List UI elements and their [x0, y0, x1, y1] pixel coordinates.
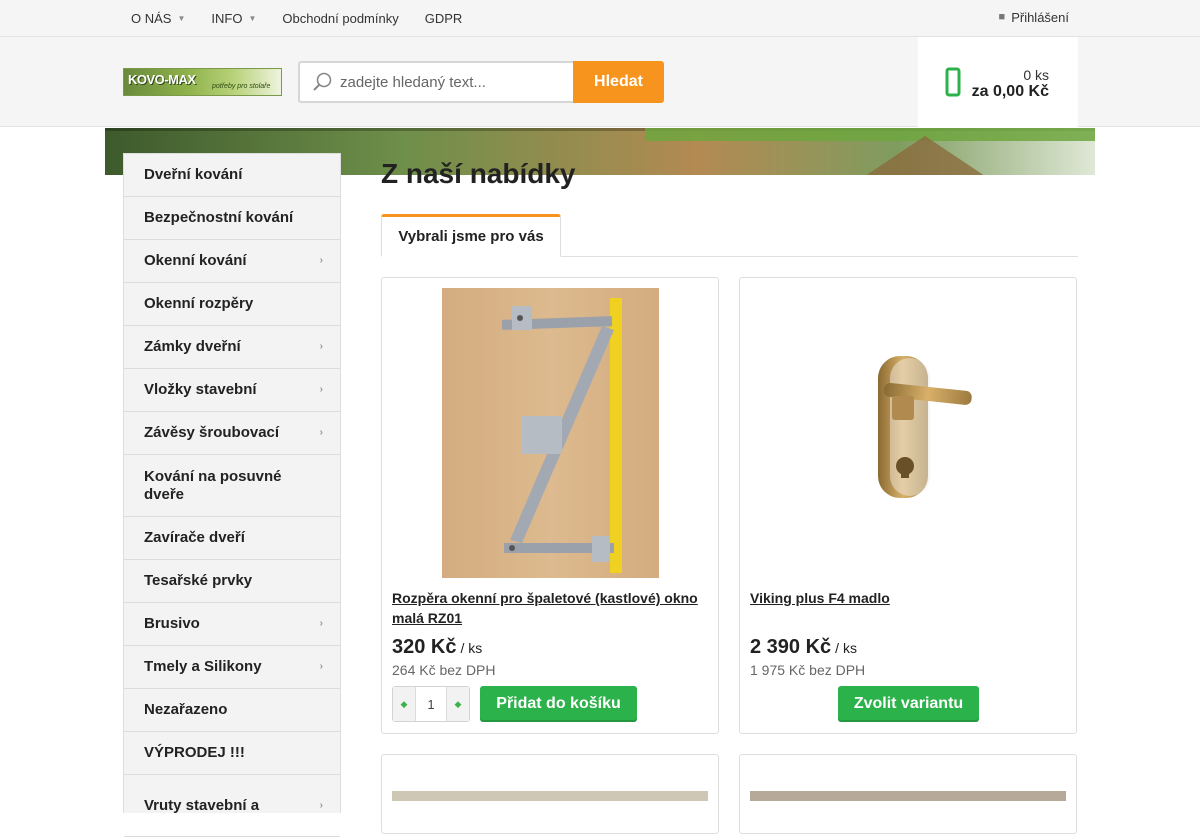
product-card: Rozpěra okenní pro špaletové (kastlové) … — [381, 277, 719, 734]
product-image[interactable] — [392, 288, 708, 578]
sidebar-item-kovani-na-posuvne-dvere[interactable]: Kování na posuvné dveře — [124, 455, 340, 517]
product-tabs: Vybrali jsme pro vás — [381, 214, 1078, 257]
window-stay-image — [441, 288, 659, 578]
header: KOVO-MAX potřeby pro stolaře Hledat 0 ks… — [0, 37, 1200, 127]
chevron-right-icon: › — [319, 799, 323, 811]
sidebar-item-vlozky-stavebni[interactable]: Vložky stavební › — [124, 369, 340, 412]
product-card — [739, 754, 1077, 834]
product-card: Viking plus F4 madlo 2 390 Kč / ks 1 975 … — [739, 277, 1077, 734]
top-bar: O NÁS ▼ INFO ▼ Obchodní podmínky GDPR ■ … — [0, 0, 1200, 37]
search-button[interactable]: Hledat — [573, 61, 664, 103]
product-card — [381, 754, 719, 834]
chevron-right-icon: › — [319, 255, 323, 266]
login-label: Přihlášení — [1011, 9, 1069, 25]
topnav-item-o-nas[interactable]: O NÁS ▼ — [131, 11, 185, 26]
sidebar-item-label: Závěsy šroubovací — [144, 424, 280, 441]
search-bar: Hledat — [298, 61, 664, 103]
quantity-input[interactable]: 1 — [415, 687, 447, 721]
sidebar-item-label: Dveřní kování — [144, 166, 243, 183]
sidebar-item-bezpecnostni-kovani[interactable]: Bezpečnostní kování — [124, 197, 340, 240]
topnav-item-label: INFO — [211, 10, 243, 26]
login-link[interactable]: ■ Přihlášení — [999, 0, 1069, 34]
topnav-item-label: O NÁS — [131, 10, 172, 26]
sidebar-item-label: Bezpečnostní kování — [144, 209, 294, 226]
sidebar-item-tesarske-prvky[interactable]: Tesařské prvky — [124, 560, 340, 603]
sidebar-item-label: Tesařské prvky — [144, 572, 253, 589]
sidebar-item-label: Kování na posuvné dveře — [144, 467, 282, 503]
chevron-right-icon: › — [319, 341, 323, 352]
logo-tagline: potřeby pro stolaře — [212, 83, 271, 90]
product-name-link[interactable]: Rozpěra okenní pro špaletové (kastlové) … — [392, 588, 708, 628]
sidebar-item-brusivo[interactable]: Brusivo › — [124, 603, 340, 646]
product-price-unit: / ks — [460, 640, 483, 656]
quantity-stepper: ◆ 1 ◆ — [392, 686, 470, 722]
sidebar-item-zavirace-dveri[interactable]: Zavírače dveří — [124, 517, 340, 560]
cart-total: za 0,00 Kč — [971, 83, 1049, 100]
topnav-item-label: Obchodní podmínky — [282, 10, 399, 26]
sidebar-item-label: Okenní kování — [144, 252, 247, 269]
product-name-link[interactable]: Viking plus F4 madlo — [750, 588, 1066, 608]
search-box — [298, 61, 574, 103]
banner-roof — [865, 136, 985, 175]
sidebar-item-label: VÝPRODEJ !!! — [144, 744, 245, 761]
caret-down-icon: ▼ — [248, 13, 257, 23]
sidebar-item-label: Vložky stavební — [144, 381, 257, 398]
sidebar-item-label: Zavírače dveří — [144, 529, 245, 546]
quantity-increase-button[interactable]: ◆ — [447, 687, 469, 721]
sidebar-item-zavesy-sroubovaci[interactable]: Závěsy šroubovací › — [124, 412, 340, 455]
sidebar-item-label: Vruty stavební a — [144, 796, 260, 814]
sidebar-item-okenni-rozpery[interactable]: Okenní rozpěry — [124, 283, 340, 326]
caret-down-icon: ▼ — [177, 13, 186, 23]
user-icon: ■ — [998, 11, 1006, 23]
search-icon — [313, 72, 332, 91]
sidebar-item-label: Tmely a Silikony — [144, 658, 262, 675]
choose-variant-button[interactable]: Zvolit variantu — [838, 686, 979, 722]
sidebar-item-okenni-kovani[interactable]: Okenní kování › — [124, 240, 340, 283]
sidebar-item-zamky-dverni[interactable]: Zámky dveřní › — [124, 326, 340, 369]
search-input[interactable] — [340, 69, 568, 95]
sidebar-item-label: Zámky dveřní — [144, 338, 241, 355]
product-price-value: 320 Kč — [392, 636, 457, 658]
product-price: 2 390 Kč / ks — [750, 636, 857, 659]
product-image[interactable] — [750, 288, 1066, 578]
add-to-cart-button[interactable]: Přidat do košíku — [480, 686, 637, 722]
cart-icon — [945, 67, 961, 97]
chevron-right-icon: › — [319, 618, 323, 629]
product-net-price: 264 Kč bez DPH — [392, 662, 496, 678]
chevron-right-icon: › — [319, 384, 323, 395]
logo-text: KOVO-MAX — [128, 72, 196, 87]
cart-widget[interactable]: 0 ks za 0,00 Kč — [918, 37, 1078, 127]
door-handle-image — [750, 288, 1066, 578]
product-net-price: 1 975 Kč bez DPH — [750, 662, 866, 678]
sidebar-item-vyprodej[interactable]: VÝPRODEJ !!! — [124, 732, 340, 775]
sidebar-item-label: Okenní rozpěry — [144, 295, 254, 312]
site-logo[interactable]: KOVO-MAX potřeby pro stolaře — [123, 68, 282, 96]
sidebar-item-nezarazeno[interactable]: Nezařazeno — [124, 689, 340, 732]
topnav-item-obchodni-podminky[interactable]: Obchodní podmínky — [282, 11, 398, 26]
quantity-decrease-button[interactable]: ◆ — [393, 687, 415, 721]
topnav-item-label: GDPR — [424, 10, 463, 26]
chevron-right-icon: › — [319, 661, 323, 672]
sidebar-item-label: Brusivo — [144, 615, 200, 632]
sidebar-item-label: Nezařazeno — [144, 701, 228, 718]
sidebar-item-vruty-stavebni[interactable]: Vruty stavební a › — [124, 775, 340, 837]
chevron-right-icon: › — [319, 427, 323, 438]
topnav-item-gdpr[interactable]: GDPR — [425, 11, 463, 26]
product-price: 320 Kč / ks — [392, 636, 482, 659]
sidebar-item-dverni-kovani[interactable]: Dveřní kování — [124, 154, 340, 197]
tab-vybrali-jsme-pro-vas[interactable]: Vybrali jsme pro vás — [381, 214, 561, 257]
sidebar-item-tmely-a-silikony[interactable]: Tmely a Silikony › — [124, 646, 340, 689]
product-price-value: 2 390 Kč — [750, 636, 832, 658]
product-price-unit: / ks — [835, 640, 857, 656]
top-navigation: O NÁS ▼ INFO ▼ Obchodní podmínky GDPR — [131, 0, 488, 36]
category-sidebar: Dveřní kování Bezpečnostní kování Okenní… — [123, 153, 341, 837]
topnav-item-info[interactable]: INFO ▼ — [211, 11, 256, 26]
page-title: Z naší nabídky — [381, 158, 576, 189]
cart-count: 0 ks — [1023, 67, 1049, 83]
